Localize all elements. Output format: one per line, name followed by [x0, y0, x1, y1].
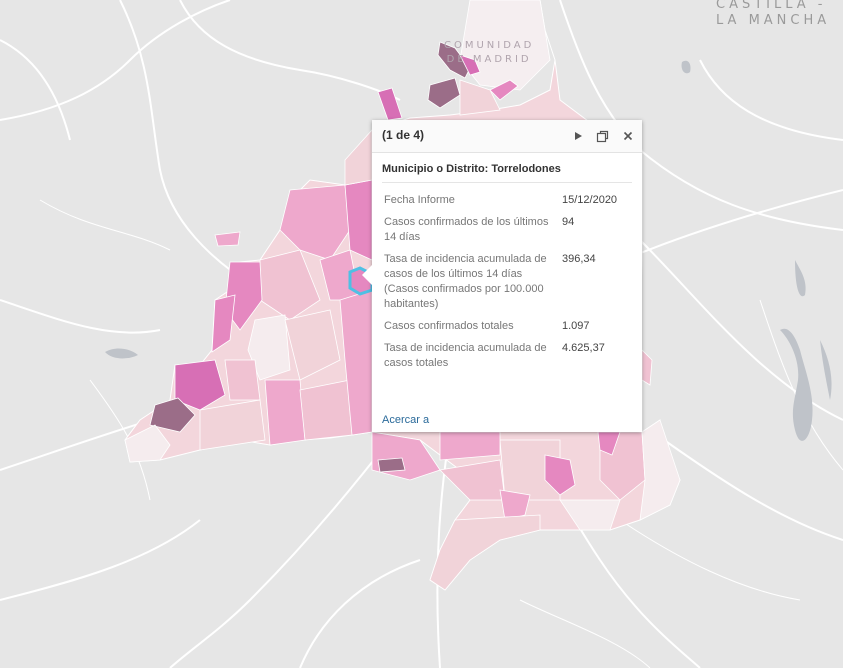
attribute-value: 15/12/2020 — [562, 194, 618, 206]
attribute-table: Fecha Informe 15/12/2020 Casos confirmad… — [380, 190, 632, 375]
zoom-to-link[interactable]: Acercar a — [382, 414, 429, 426]
attribute-row: Casos confirmados totales 1.097 — [380, 316, 632, 338]
popup-title: Municipio o Distrito: Torrelodones — [382, 163, 632, 183]
attribute-row: Tasa de incidencia acumulada de casos de… — [380, 249, 632, 316]
close-icon — [623, 131, 633, 141]
popup-header: (1 de 4) — [372, 120, 642, 153]
next-feature-button[interactable] — [569, 127, 587, 145]
attribute-row: Tasa de incidencia acumulada de casos to… — [380, 338, 632, 375]
attribute-label: Fecha Informe — [384, 194, 455, 206]
dock-icon — [596, 130, 608, 142]
map-label-castilla: CASTILLA - LA MANCHA — [716, 0, 830, 29]
label-line-1: CASTILLA - — [716, 0, 827, 12]
attribute-row: Fecha Informe 15/12/2020 — [380, 190, 632, 212]
attribute-value: 1.097 — [562, 320, 590, 332]
zone-south-4 — [377, 457, 406, 473]
zone-southwest-4 — [224, 359, 261, 401]
play-icon — [575, 132, 582, 140]
attribute-value: 94 — [562, 216, 575, 228]
zone-south-1 — [264, 379, 306, 446]
zone-south-11 — [439, 431, 501, 461]
attribute-value: 4.625,37 — [562, 342, 605, 354]
zone-south-2 — [299, 379, 353, 441]
popup-pointer — [362, 265, 372, 285]
attribute-label: Tasa de incidencia acumulada de casos de… — [384, 253, 547, 310]
label-line-1: COMUNIDAD — [444, 40, 535, 51]
attribute-row: Casos confirmados de los últimos 14 días… — [380, 212, 632, 249]
feature-popup: (1 de 4) Municipio o Distrito: Torrelodo… — [362, 120, 642, 432]
label-line-2: LA MANCHA — [716, 13, 831, 28]
attribute-label: Casos confirmados de los últimos 14 días — [384, 216, 549, 243]
close-button[interactable] — [619, 127, 637, 145]
attribute-label: Tasa de incidencia acumulada de casos to… — [384, 342, 547, 369]
label-line-2: DE MADRID — [446, 54, 532, 65]
dock-button[interactable] — [593, 127, 611, 145]
attribute-value: 396,34 — [562, 253, 596, 265]
attribute-label: Casos confirmados totales — [384, 320, 514, 332]
map-label-comunidad: COMUNIDAD DE MADRID — [444, 39, 534, 67]
feature-count: (1 de 4) — [382, 128, 425, 142]
